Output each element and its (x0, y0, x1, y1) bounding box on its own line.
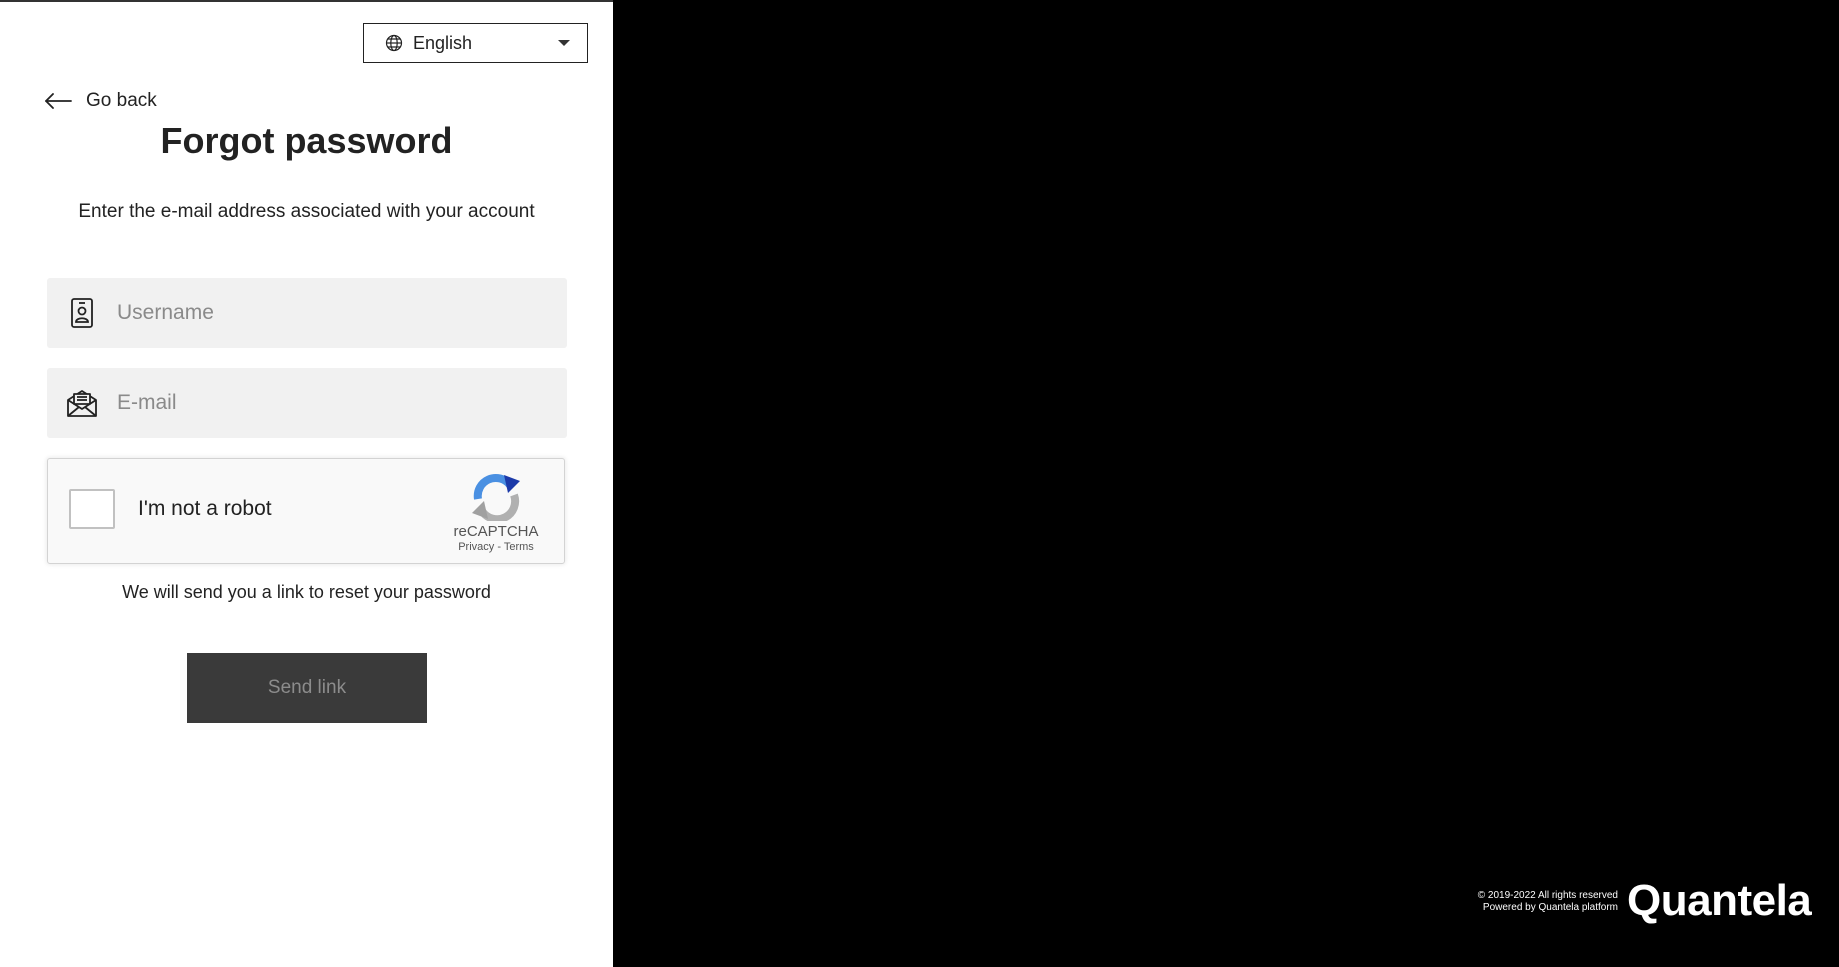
brand-panel (613, 0, 1839, 967)
reset-note: We will send you a link to reset your pa… (122, 582, 491, 602)
email-field (47, 368, 567, 438)
recaptcha-checkbox[interactable] (69, 489, 115, 529)
recaptcha-label: I'm not a robot (138, 497, 272, 520)
login-panel: English Go back Forgot password Enter th… (0, 0, 613, 967)
quantela-logo: Quantela (1627, 876, 1812, 925)
footer-copyright: © 2019-2022 All rights reserved Powered … (1400, 890, 1618, 914)
page-subtitle: Enter the e-mail address associated with… (78, 201, 535, 222)
open-envelope-icon (65, 386, 99, 420)
chevron-down-icon (557, 39, 571, 47)
powered-by-text: Powered by Quantela platform (1482, 902, 1618, 913)
recaptcha-links: Privacy - Terms (428, 541, 564, 553)
go-back-link[interactable]: Go back (44, 90, 157, 112)
recaptcha-widget: I'm not a robot reCAPTCHA Privacy - Term… (47, 458, 565, 564)
username-field (47, 278, 567, 348)
copyright-text: © 2019-2022 All rights reserved (1477, 890, 1618, 901)
id-badge-icon (65, 296, 99, 330)
recaptcha-brand: reCAPTCHA (453, 523, 539, 540)
username-input[interactable] (115, 292, 539, 334)
recaptcha-logo-icon (468, 473, 524, 521)
recaptcha-terms-link[interactable]: Terms (504, 541, 534, 553)
go-back-label: Go back (86, 90, 157, 111)
send-link-button[interactable]: Send link (187, 653, 427, 723)
page-title: Forgot password (160, 120, 453, 161)
recaptcha-privacy-link[interactable]: Privacy (458, 541, 494, 553)
arrow-left-icon (44, 93, 72, 109)
language-value: English (413, 32, 473, 53)
email-input[interactable] (115, 382, 539, 424)
language-select[interactable]: English (363, 23, 588, 63)
recaptcha-separator: - (497, 541, 501, 553)
globe-icon (385, 34, 403, 52)
